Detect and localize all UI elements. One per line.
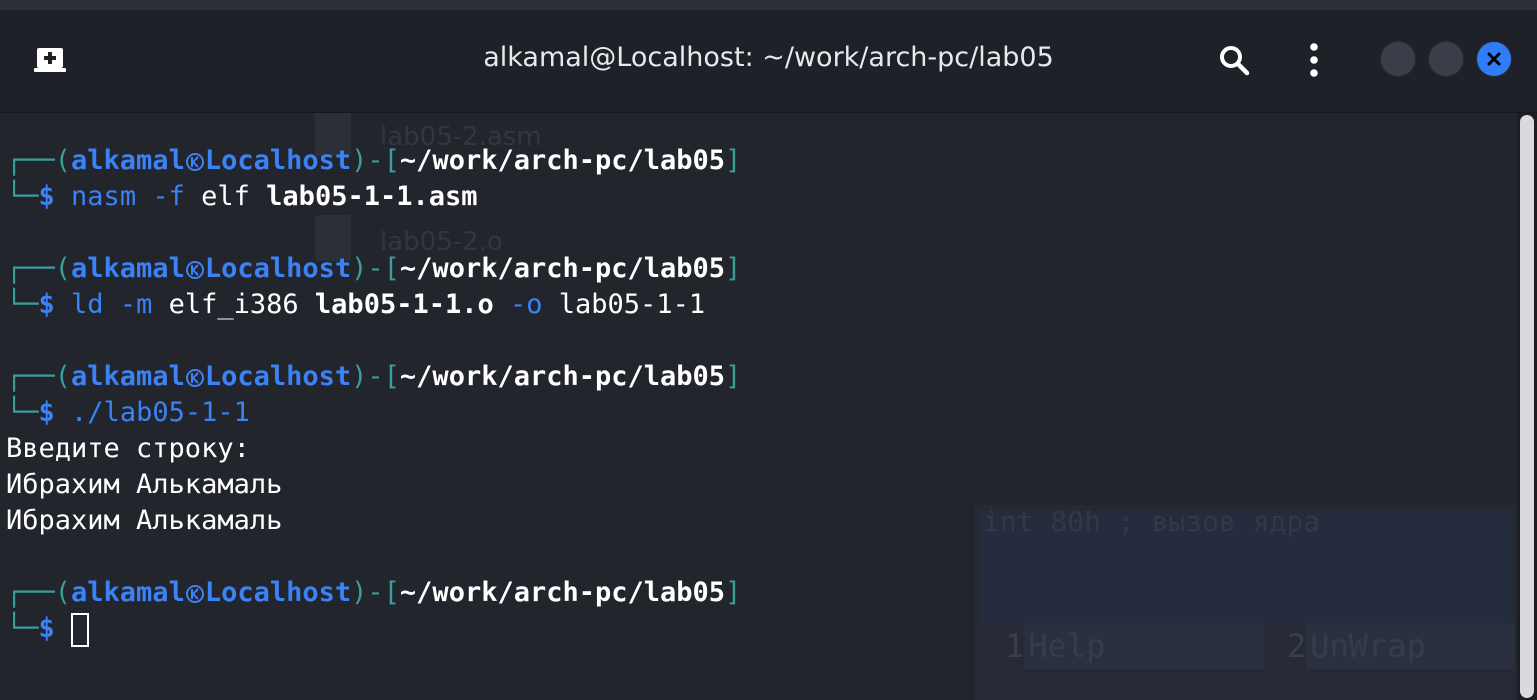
prompt-symbol: $ (38, 613, 55, 644)
text-cursor (71, 613, 90, 647)
output-line: Ибрахим Алькамаль (6, 505, 283, 536)
command-line: └─$ ./lab05-1-1 (6, 397, 250, 428)
scrollbar-thumb[interactable] (1520, 115, 1534, 698)
command-line: └─$ nasm -f elf lab05-1-1.asm (6, 181, 478, 212)
prompt-line: ┌──(alkamal Localhost)-[~/work/arch-pc/la… (6, 359, 741, 395)
command-flag-arg: elf (201, 181, 250, 212)
prompt-path: ~/work/arch-pc/lab05 (399, 253, 726, 284)
command-file: lab05-1-1.o (314, 289, 494, 320)
search-icon (1220, 46, 1250, 76)
close-icon (1487, 52, 1501, 66)
window-top-edge (0, 0, 1537, 10)
minimize-button[interactable] (1380, 41, 1416, 77)
command-flag-arg: elf_i386 (168, 289, 299, 320)
command-flag: -f (152, 181, 185, 212)
menu-button[interactable] (1294, 38, 1334, 82)
command-out-file: lab05-1-1 (558, 289, 706, 320)
prompt-path: ~/work/arch-pc/lab05 (399, 577, 726, 608)
prompt-host: Localhost (204, 577, 352, 608)
scrollbar[interactable] (1517, 113, 1537, 700)
prompt-symbol: $ (38, 181, 55, 212)
command-name: ./lab05-1-1 (71, 397, 250, 428)
prompt-symbol: $ (38, 397, 55, 428)
kali-k-icon (185, 261, 204, 279)
prompt-user: alkamal (71, 361, 185, 392)
maximize-button[interactable] (1428, 41, 1464, 77)
prompt-user: alkamal (71, 145, 185, 176)
title-bar: alkamal@Localhost: ~/work/arch-pc/lab05 (0, 0, 1537, 113)
terminal-window: lab05-2.asm lab05-2.o int 80h ; вызов яд… (0, 0, 1537, 700)
command-name: nasm (71, 181, 137, 212)
prompt-line: ┌──(alkamal Localhost)-[~/work/arch-pc/la… (6, 575, 741, 611)
command-file: lab05-1-1.asm (266, 181, 478, 212)
kebab-menu-icon (1310, 43, 1318, 77)
prompt-host: Localhost (204, 253, 352, 284)
close-button[interactable] (1476, 41, 1512, 77)
prompt-user: alkamal (71, 253, 185, 284)
command-flag: -m (119, 289, 153, 320)
command-out-flag: -o (510, 289, 543, 320)
kali-k-icon (185, 585, 204, 603)
prompt-line: ┌──(alkamal Localhost)-[~/work/arch-pc/la… (6, 251, 741, 287)
prompt-symbol: $ (38, 289, 55, 320)
terminal-output[interactable]: ┌──(alkamal Localhost)-[~/work/arch-pc/la… (0, 113, 1512, 700)
output-line: Ибрахим Алькамаль (6, 469, 283, 500)
prompt-path: ~/work/arch-pc/lab05 (399, 145, 726, 176)
prompt-path: ~/work/arch-pc/lab05 (399, 361, 726, 392)
prompt-host: Localhost (204, 361, 352, 392)
output-line: Введите строку: (6, 433, 250, 464)
command-line: └─$ ld -m elf_i386 lab05-1-1.o -o lab05-… (6, 289, 706, 320)
prompt-host: Localhost (204, 145, 352, 176)
active-command-line[interactable]: └─$ (6, 611, 90, 647)
search-button[interactable] (1212, 38, 1256, 82)
kali-k-icon (185, 153, 204, 171)
command-name: ld (71, 289, 104, 320)
prompt-user: alkamal (71, 577, 185, 608)
kali-k-icon (185, 369, 204, 387)
prompt-line: ┌──(alkamal Localhost)-[~/work/arch-pc/la… (6, 143, 741, 179)
